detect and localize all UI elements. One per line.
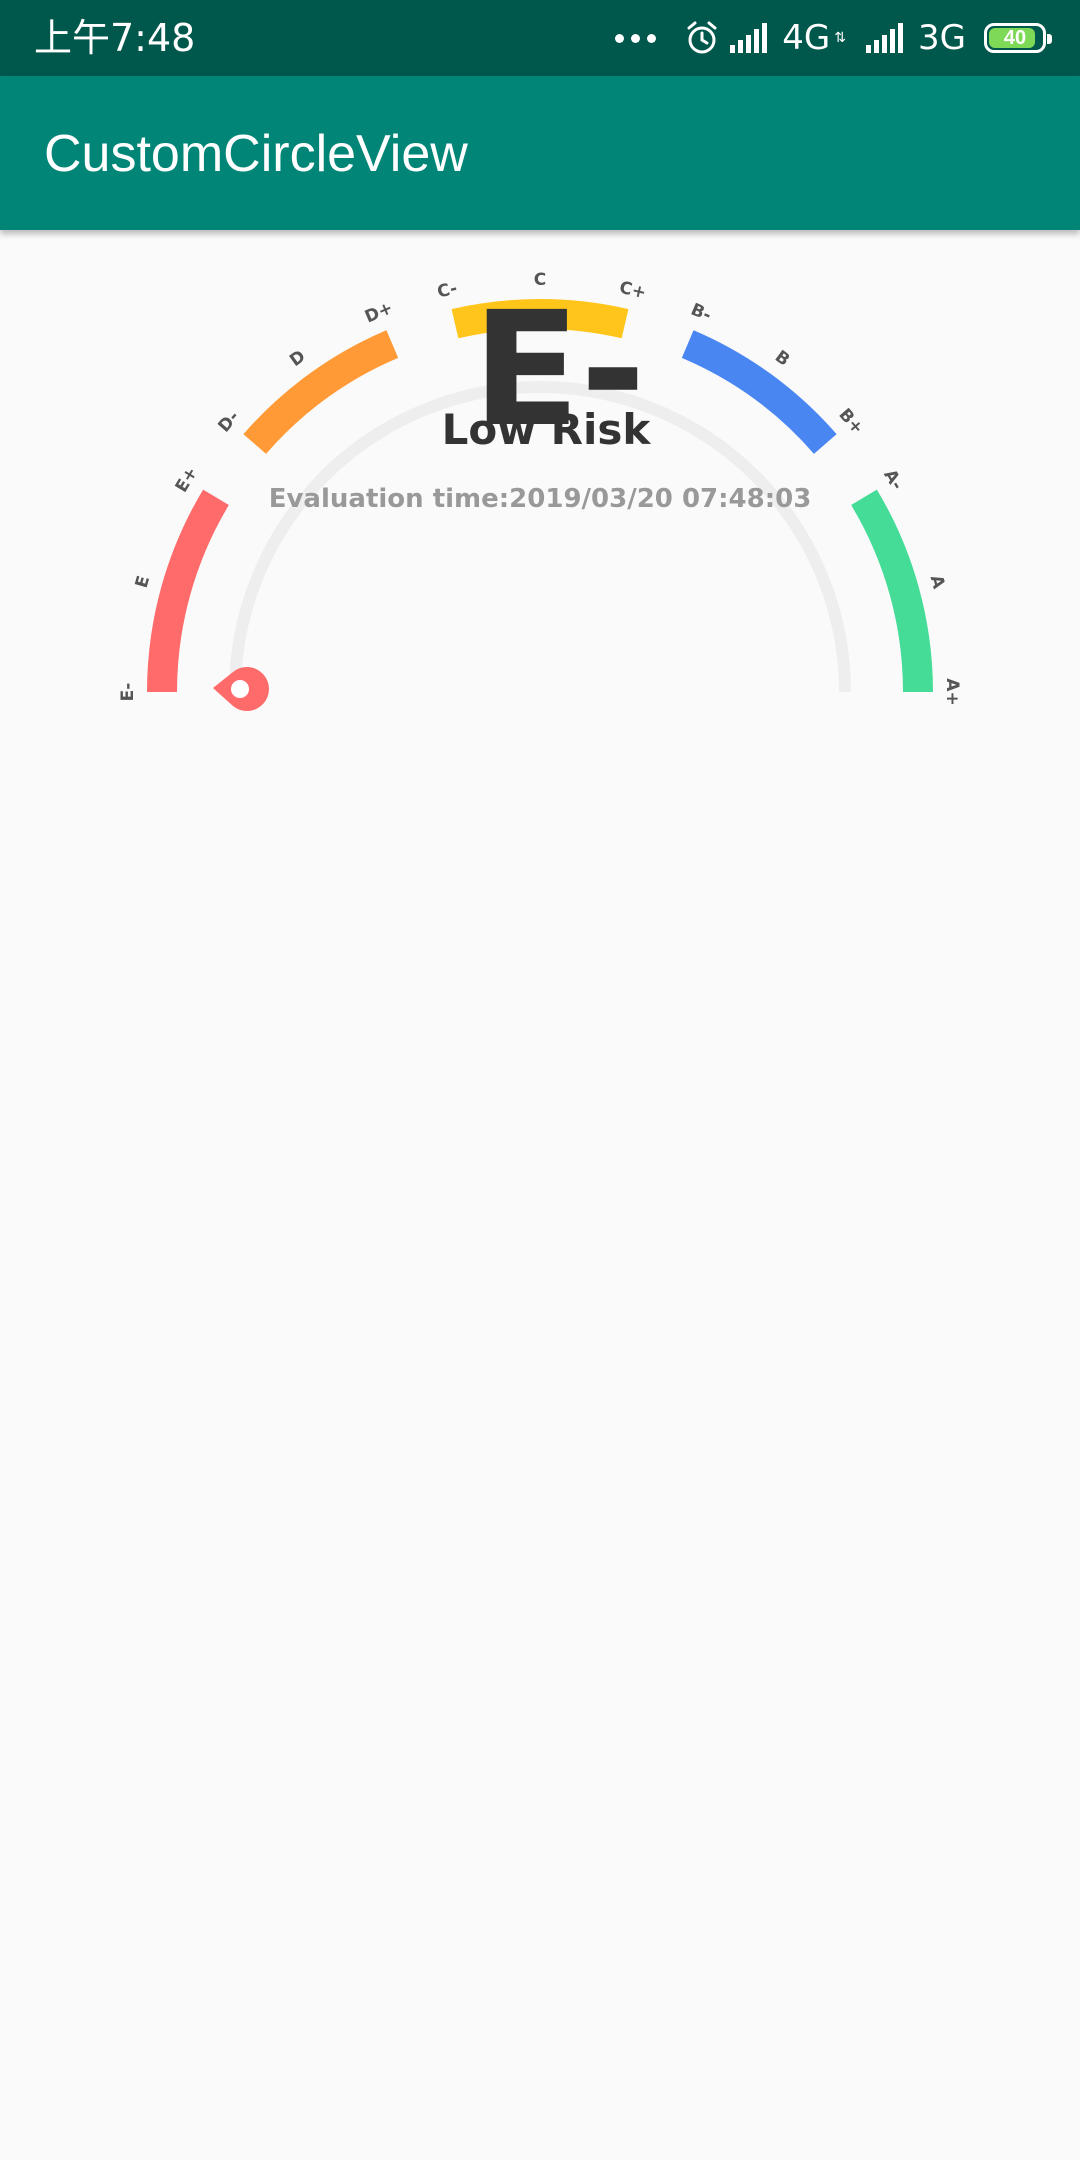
signal-icon xyxy=(730,23,772,53)
status-time: 上午7:48 xyxy=(34,16,196,60)
status-icons: 4G ⇅ 3G 40 xyxy=(615,12,1052,64)
more-dots-icon xyxy=(615,33,657,43)
evaluation-time: Evaluation time:2019/03/20 07:48:03 xyxy=(268,484,812,514)
network-type-1: 4G xyxy=(782,18,831,58)
data-arrows-icon: ⇅ xyxy=(834,30,847,46)
battery-icon: 40 xyxy=(984,23,1052,53)
gauge-tick-label: E xyxy=(132,574,154,591)
gauge-pointer-icon xyxy=(213,667,269,711)
app-title: CustomCircleView xyxy=(44,125,468,183)
gauge-tick-label: A+ xyxy=(942,678,962,705)
gauge-segment-e xyxy=(147,489,229,693)
signal-icon xyxy=(866,23,908,53)
app-bar: CustomCircleView xyxy=(0,76,1080,230)
gauge-tick-label: E- xyxy=(118,683,138,702)
battery-level: 40 xyxy=(1003,26,1027,49)
gauge-segment-a xyxy=(851,489,933,693)
status-bar: 上午7:48 4G ⇅ 3G 40 xyxy=(0,0,1080,76)
risk-label: Low Risk xyxy=(441,405,651,454)
network-type-2: 3G xyxy=(918,18,966,58)
alarm-icon xyxy=(684,20,720,56)
gauge-tick-label: A xyxy=(926,573,949,592)
